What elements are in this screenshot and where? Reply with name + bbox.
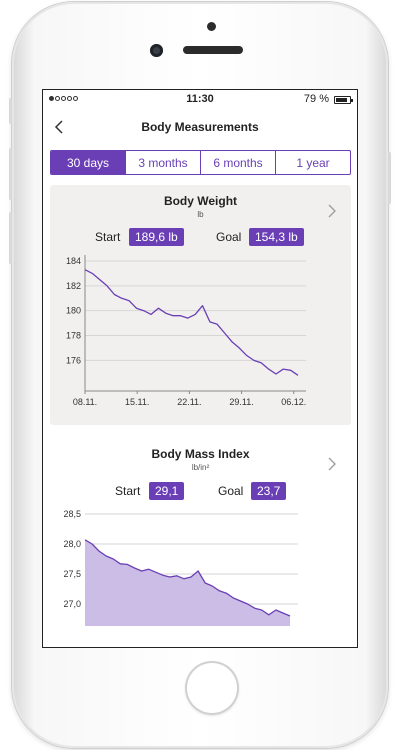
body-weight-unit: lb [197,210,204,219]
chevron-right-icon[interactable] [327,204,337,218]
x-tick-label: 22.11. [177,397,201,407]
x-tick-label: 06.12. [281,397,306,407]
y-tick-label: 182 [66,281,81,291]
y-tick-label: 180 [66,306,81,316]
segment-30-days[interactable]: 30 days [51,151,125,174]
chevron-right-icon[interactable] [327,457,337,471]
body-weight-card[interactable]: Body Weight lb Start 189,6 lb Goal 154,3… [50,185,351,425]
x-tick-label: 29.11. [229,397,253,407]
power-button [388,152,391,204]
home-button[interactable] [185,661,239,715]
bmi-start-value: 29,1 [149,482,185,500]
status-bar: 11:30 79 % [43,90,357,110]
body-weight-title: Body Weight [163,194,238,208]
y-tick-label: 28,0 [63,539,81,549]
weight-start-value: 189,6 lb [129,228,184,246]
bmi-area [85,539,290,626]
volume-down-button [9,212,12,264]
weight-goal-label: Goal [216,230,242,244]
volume-up-button [9,148,12,200]
bmi-start-label: Start [115,484,141,498]
y-tick-label: 27,0 [63,599,81,609]
bmi-goal-label: Goal [218,484,244,498]
x-tick-label: 15.11. [125,397,149,407]
segment-6-months[interactable]: 6 months [200,151,275,174]
bmi-goal-value: 23,7 [251,482,287,500]
weight-start-label: Start [95,230,121,244]
y-tick-label: 178 [66,331,81,341]
proximity-sensor [207,22,216,31]
mute-switch [9,98,12,124]
segment-3-months[interactable]: 3 months [125,151,200,174]
weight-goal-value: 154,3 lb [249,228,304,246]
page-title: Body Measurements [141,120,259,134]
bmi-card[interactable]: Body Mass Index lb/in² Start 29,1 Goal 2… [50,438,351,647]
period-segmented-control: 30 days 3 months 6 months 1 year [50,150,351,175]
bmi-title: Body Mass Index [151,447,250,461]
app-screen: 11:30 79 % Body Measurements 30 days 3 m… [42,89,358,648]
y-tick-label: 184 [66,256,81,266]
x-tick-label: 08.11. [73,397,97,407]
front-camera [150,44,163,57]
battery-percentage: 79 % [303,93,329,105]
earpiece-speaker [183,46,243,54]
body-weight-chart: 184 182 180 178 176 08.11. 15.11. 22.11. 29.11. 0… [66,255,306,407]
navigation-bar: Body Measurements [43,112,357,142]
segment-1-year[interactable]: 1 year [275,151,350,174]
y-tick-label: 176 [66,355,81,365]
y-tick-label: 28,5 [63,509,81,519]
battery-icon [334,96,353,104]
bmi-unit: lb/in² [191,463,210,472]
y-tick-label: 27,5 [63,569,81,579]
bmi-chart: 28,5 28,0 27,5 27,0 [63,509,298,626]
